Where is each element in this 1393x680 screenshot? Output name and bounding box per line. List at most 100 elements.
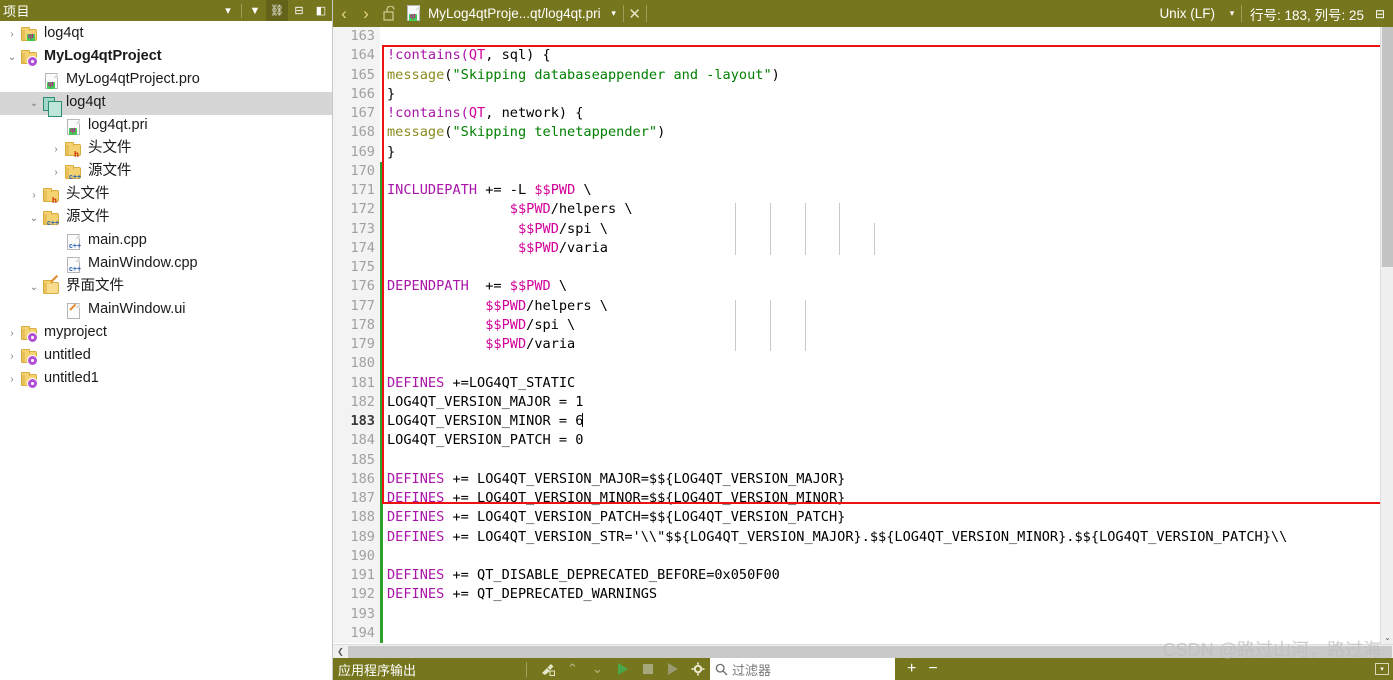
tree-item-main-cpp[interactable]: c++ main.cpp (0, 230, 332, 253)
code-line[interactable]: 187 DEFINES += LOG4QT_VERSION_MINOR=$${LO… (333, 489, 1380, 509)
zoom-in-button[interactable]: + (907, 660, 916, 678)
tree-item-mylog4qtproject[interactable]: ⌄ MyLog4qtProject (0, 46, 332, 69)
settings-gear-icon[interactable] (685, 658, 710, 680)
code-line[interactable]: 169} (333, 142, 1380, 162)
add-split-icon[interactable]: ⊟ (288, 0, 310, 21)
chevron-down-icon[interactable]: ▾ (1223, 8, 1241, 19)
code-line[interactable]: 183 LOG4QT_VERSION_MINOR = 6 (333, 412, 1380, 432)
tree-item-label: untitled (44, 347, 91, 364)
horizontal-scrollbar[interactable]: ❮ (333, 644, 1393, 658)
chevron-right-icon[interactable]: › (4, 322, 20, 345)
code-line[interactable]: 182 LOG4QT_VERSION_MAJOR = 1 (333, 392, 1380, 412)
tree-item--[interactable]: ⌄ 界面文件 (0, 274, 332, 299)
code-line[interactable]: 191 DEFINES += QT_DISABLE_DEPRECATED_BEFO… (333, 566, 1380, 586)
project-tree[interactable]: › qt log4qt ⌄ MyLog4qtProject qt MyLog4qtProje… (0, 21, 332, 680)
forward-icon[interactable]: › (355, 0, 377, 27)
tree-item--[interactable]: › c++ 源文件 (0, 161, 332, 184)
lock-open-icon[interactable] (377, 0, 401, 27)
back-icon[interactable]: ‹ (333, 0, 355, 27)
tree-item-mylog4qtproject-pro[interactable]: qt MyLog4qtProject.pro (0, 69, 332, 92)
code-line[interactable]: 181 DEFINES +=LOG4QT_STATIC (333, 373, 1380, 393)
split-editor-icon[interactable]: ⊟ (1370, 7, 1390, 21)
scroll-left-icon[interactable]: ❮ (333, 645, 348, 659)
code-line[interactable]: 166} (333, 84, 1380, 104)
line-column-indicator[interactable]: 行号: 183, 列号: 25 (1242, 4, 1370, 24)
tree-item-log4qt-pri[interactable]: qt log4qt.pri (0, 115, 332, 138)
chevron-down-icon[interactable]: ⌄ (26, 207, 42, 230)
chevron-right-icon[interactable]: › (48, 138, 64, 161)
code-line[interactable]: 175 (333, 258, 1380, 278)
zoom-out-button[interactable]: − (928, 660, 937, 678)
output-pane-title[interactable]: 应用程序输出 (333, 660, 518, 679)
chevron-right-icon[interactable]: › (26, 184, 42, 207)
code-line[interactable]: 180 (333, 354, 1380, 374)
chevron-right-icon[interactable]: › (4, 345, 20, 368)
chevron-right-icon[interactable]: › (4, 23, 20, 46)
code-line[interactable]: 165 message("Skipping databaseappender an… (333, 65, 1380, 85)
code-line[interactable]: 189 DEFINES += LOG4QT_VERSION_STR='\\"$${… (333, 527, 1380, 547)
tree-item-myproject[interactable]: › myproject (0, 322, 332, 345)
code-line[interactable]: 168 message("Skipping telnetappender") (333, 123, 1380, 143)
code-line[interactable]: 176 DEPENDPATH += $$PWD \ (333, 277, 1380, 297)
active-file-tab[interactable]: qt MyLog4qtProje...qt/log4qt.pri (401, 0, 605, 27)
tree-item--[interactable]: ⌄ c++ 源文件 (0, 207, 332, 230)
filter-icon[interactable]: ▼ (244, 0, 266, 21)
chevron-right-icon[interactable]: › (48, 161, 64, 184)
tree-item-log4qt[interactable]: › qt log4qt (0, 23, 332, 46)
vertical-scrollbar-thumb[interactable] (1382, 27, 1393, 267)
collapse-pane-icon[interactable]: ▾ (1375, 663, 1389, 675)
link-icon[interactable]: ⛓ (266, 0, 288, 21)
close-pane-icon[interactable]: ◧ (310, 0, 332, 21)
chevron-down-icon[interactable]: ⌄ (26, 276, 42, 299)
chevron-down-icon[interactable]: ▾ (605, 0, 623, 27)
code-line[interactable]: 190 (333, 546, 1380, 566)
code-line[interactable]: 192 DEFINES += QT_DEPRECATED_WARNINGS (333, 585, 1380, 605)
chevron-down-icon[interactable]: ⌄ (26, 92, 42, 115)
code-line[interactable]: 193 (333, 604, 1380, 624)
tree-item-log4qt[interactable]: ⌄ log4qt (0, 92, 332, 117)
tree-item-label: log4qt (66, 94, 106, 111)
code-line[interactable]: 188 DEFINES += LOG4QT_VERSION_PATCH=$${LO… (333, 508, 1380, 528)
horizontal-scrollbar-thumb[interactable] (348, 645, 1392, 658)
close-icon[interactable]: ✕ (624, 0, 646, 27)
code-line[interactable]: 167 !contains(QT, network) { (333, 104, 1380, 124)
tree-item-label: untitled1 (44, 370, 99, 387)
code-line[interactable]: 173 $$PWD/spi \ (333, 219, 1380, 239)
code-editor[interactable]: 163 164 !contains(QT, sql) {165 message("Sk… (333, 27, 1380, 644)
code-line[interactable]: 178 $$PWD/spi \ (333, 315, 1380, 335)
code-line[interactable]: 177 $$PWD/helpers \ (333, 296, 1380, 316)
line-number: 194 (333, 623, 380, 643)
code-line[interactable]: 185 (333, 450, 1380, 470)
code-line[interactable]: 164 !contains(QT, sql) { (333, 46, 1380, 66)
rerun-icon[interactable] (660, 658, 685, 680)
code-line[interactable]: 174 $$PWD/varia (333, 238, 1380, 258)
chevron-right-icon[interactable]: › (4, 368, 20, 391)
tree-item-untitled1[interactable]: › untitled1 (0, 368, 332, 391)
code-line[interactable]: 179 $$PWD/varia (333, 335, 1380, 355)
clear-output-icon[interactable] (535, 658, 560, 680)
line-ending-label[interactable]: Unix (LF) (1155, 6, 1223, 21)
output-filter-input[interactable]: 过滤器 (710, 658, 895, 680)
run-icon[interactable] (610, 658, 635, 680)
tree-item-mainwindow-cpp[interactable]: c++ MainWindow.cpp (0, 253, 332, 276)
scroll-down-icon[interactable]: ⌄ (1381, 630, 1393, 644)
vertical-scrollbar[interactable]: ⌄ (1380, 27, 1393, 644)
tree-item-mainwindow-ui[interactable]: MainWindow.ui (0, 299, 332, 322)
code-line[interactable]: 163 (333, 27, 1380, 47)
code-line[interactable]: 194 (333, 623, 1380, 643)
code-line[interactable]: 170 (333, 161, 1380, 181)
code-line[interactable]: 171 INCLUDEPATH += -L $$PWD \ (333, 181, 1380, 201)
folder-h-icon: h (64, 140, 83, 159)
prev-item-icon[interactable]: ⌃ (560, 658, 585, 680)
code-line[interactable]: 172 $$PWD/helpers \ (333, 200, 1380, 220)
editor-body: 163 164 !contains(QT, sql) {165 message("Sk… (333, 27, 1393, 644)
code-line[interactable]: 184 LOG4QT_VERSION_PATCH = 0 (333, 431, 1380, 451)
tree-item-untitled[interactable]: › untitled (0, 345, 332, 368)
tree-item--[interactable]: › h 头文件 (0, 138, 332, 161)
chevron-down-icon[interactable]: ⌄ (4, 46, 20, 69)
tree-item--[interactable]: › h 头文件 (0, 184, 332, 207)
stop-icon[interactable] (635, 658, 660, 680)
chevron-down-icon[interactable]: ▾ (217, 0, 239, 21)
next-item-icon[interactable]: ⌄ (585, 658, 610, 680)
code-line[interactable]: 186 DEFINES += LOG4QT_VERSION_MAJOR=$${LO… (333, 469, 1380, 489)
